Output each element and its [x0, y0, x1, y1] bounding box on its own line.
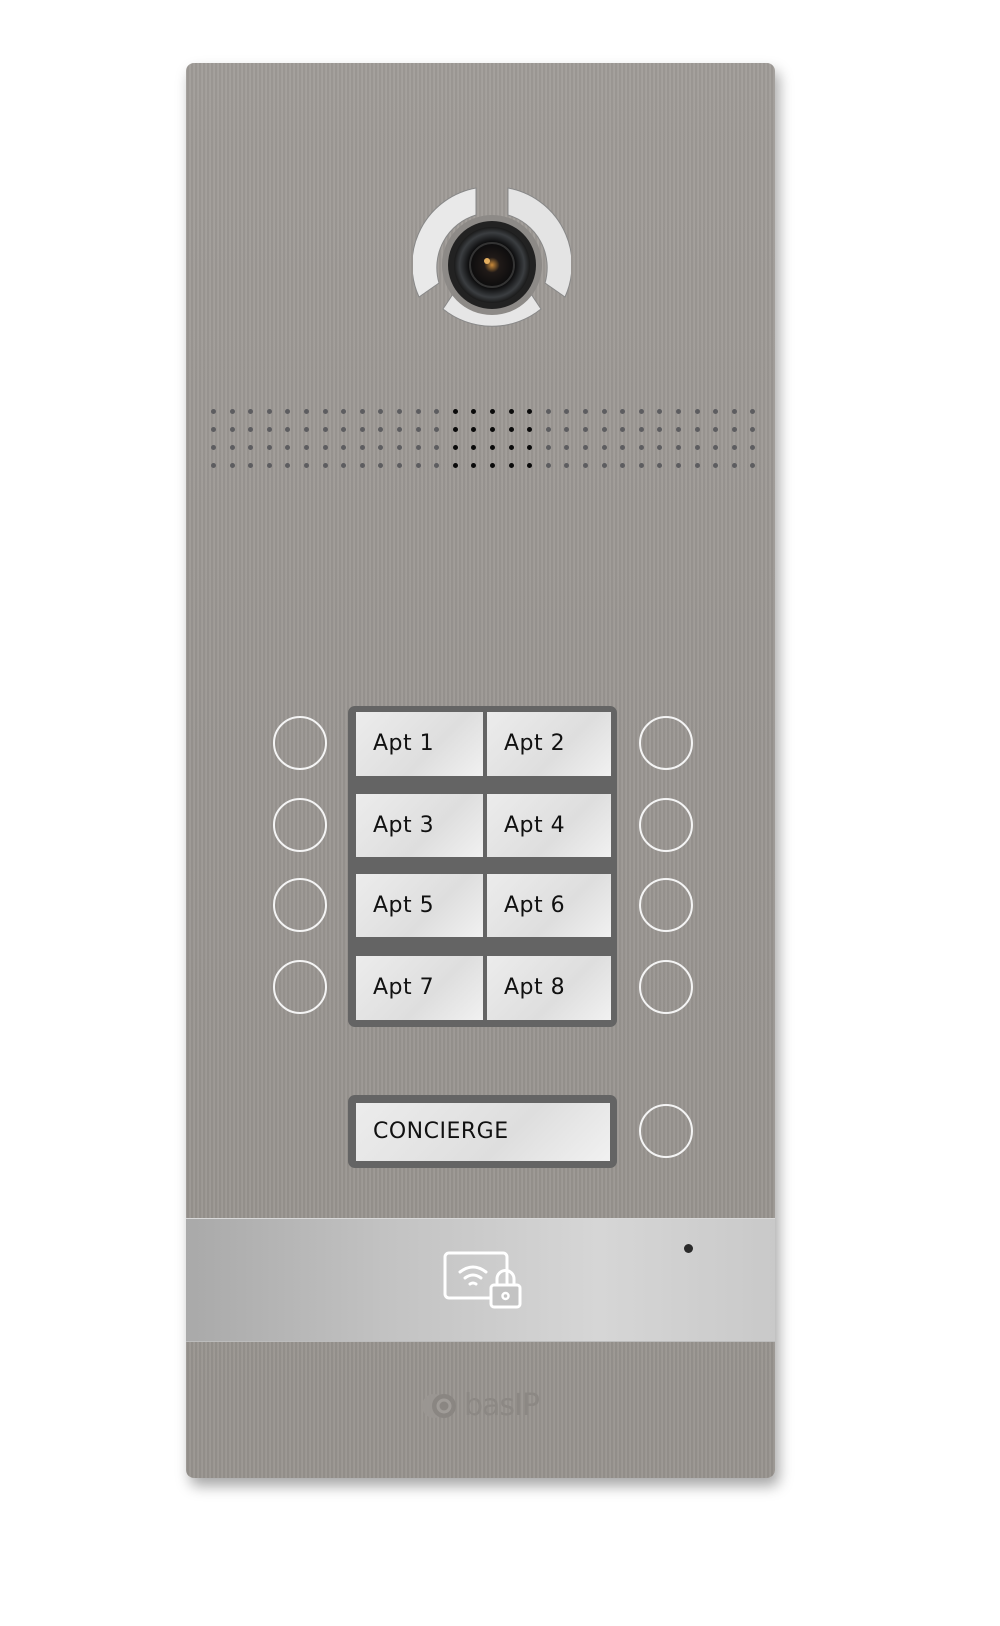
speaker-hole — [731, 463, 737, 468]
nameplate-apt-1: Apt 1 — [356, 712, 483, 776]
speaker-hole — [490, 463, 495, 468]
speaker-hole — [545, 409, 551, 414]
speaker-hole — [452, 427, 458, 432]
speaker-hole — [452, 463, 458, 468]
speaker-hole — [508, 409, 514, 414]
speaker-hole — [304, 427, 309, 432]
card-reader-lock-icon — [443, 1251, 522, 1309]
speaker-hole — [397, 409, 402, 414]
speaker-hole — [545, 427, 551, 432]
speaker-hole — [694, 445, 700, 450]
speaker-hole — [601, 427, 607, 432]
camera-icon — [413, 187, 571, 327]
microphone-hole-icon — [684, 1244, 693, 1253]
speaker-hole — [638, 427, 644, 432]
speaker-hole — [731, 409, 737, 414]
speaker-hole — [266, 445, 272, 450]
speaker-hole — [601, 445, 607, 450]
speaker-hole — [266, 427, 272, 432]
speaker-hole — [304, 409, 309, 414]
speaker-hole — [415, 445, 421, 450]
call-button-apt-3[interactable] — [273, 798, 327, 852]
speaker-hole — [583, 445, 588, 450]
speaker-hole — [397, 427, 402, 432]
speaker-hole — [415, 463, 421, 468]
speaker-hole — [583, 463, 588, 468]
speaker-hole — [359, 427, 365, 432]
speaker-hole — [601, 463, 607, 468]
nameplate-apt-3: Apt 3 — [356, 794, 483, 857]
speaker-hole — [676, 445, 681, 450]
speaker-hole — [676, 427, 681, 432]
speaker-hole — [211, 427, 216, 432]
speaker-hole — [731, 427, 737, 432]
speaker-hole — [490, 409, 495, 414]
speaker-hole — [229, 463, 235, 468]
nameplate-apt-5: Apt 5 — [356, 874, 483, 937]
call-button-apt-4[interactable] — [639, 798, 693, 852]
speaker-hole — [229, 409, 235, 414]
nameplate-apt-7: Apt 7 — [356, 956, 483, 1020]
speaker-hole — [211, 463, 216, 468]
nameplate-apt-2: Apt 2 — [487, 712, 611, 776]
speaker-hole — [359, 463, 365, 468]
speaker-hole — [508, 427, 514, 432]
speaker-hole — [322, 427, 328, 432]
speaker-hole — [359, 445, 365, 450]
basip-logo-mark-icon — [422, 1393, 456, 1418]
speaker-hole — [676, 463, 681, 468]
speaker-hole — [583, 409, 588, 414]
speaker-hole — [266, 463, 272, 468]
speaker-hole — [601, 409, 607, 414]
brand-logo-text: basIP — [464, 1388, 540, 1423]
speaker-hole — [583, 427, 588, 432]
nameplate-apt-8: Apt 8 — [487, 956, 611, 1020]
speaker-hole — [490, 427, 495, 432]
speaker-hole — [322, 409, 328, 414]
speaker-hole — [415, 427, 421, 432]
speaker-hole — [731, 445, 737, 450]
speaker-hole — [694, 463, 700, 468]
speaker-hole — [304, 445, 309, 450]
speaker-hole — [490, 445, 495, 450]
speaker-hole — [266, 409, 272, 414]
speaker-hole — [415, 409, 421, 414]
concierge-call-button[interactable] — [639, 1104, 693, 1158]
speaker-hole — [304, 463, 309, 468]
speaker-hole — [397, 463, 402, 468]
speaker-hole — [322, 445, 328, 450]
speaker-hole — [545, 445, 551, 450]
speaker-hole — [229, 427, 235, 432]
call-button-apt-8[interactable] — [639, 960, 693, 1014]
speaker-hole — [397, 445, 402, 450]
speaker-hole — [694, 427, 700, 432]
speaker-hole — [545, 463, 551, 468]
speaker-hole — [638, 409, 644, 414]
concierge-nameplate: CONCIERGE — [356, 1103, 610, 1161]
speaker-hole — [322, 463, 328, 468]
speaker-hole — [638, 445, 644, 450]
speaker-hole — [359, 409, 365, 414]
speaker-hole — [452, 445, 458, 450]
nameplate-apt-6: Apt 6 — [487, 874, 611, 937]
speaker-hole — [508, 463, 514, 468]
call-button-apt-5[interactable] — [273, 878, 327, 932]
speaker-hole — [211, 409, 216, 414]
call-button-apt-1[interactable] — [273, 716, 327, 770]
call-button-apt-2[interactable] — [639, 716, 693, 770]
speaker-hole — [508, 445, 514, 450]
basip-logo-icon: basIP — [420, 1388, 540, 1423]
speaker-hole — [638, 463, 644, 468]
call-button-apt-7[interactable] — [273, 960, 327, 1014]
speaker-hole — [452, 409, 458, 414]
speaker-hole — [694, 409, 700, 414]
speaker-hole — [676, 409, 681, 414]
nameplate-apt-4: Apt 4 — [487, 794, 611, 857]
call-button-apt-6[interactable] — [639, 878, 693, 932]
speaker-hole — [229, 445, 235, 450]
speaker-hole — [211, 445, 216, 450]
